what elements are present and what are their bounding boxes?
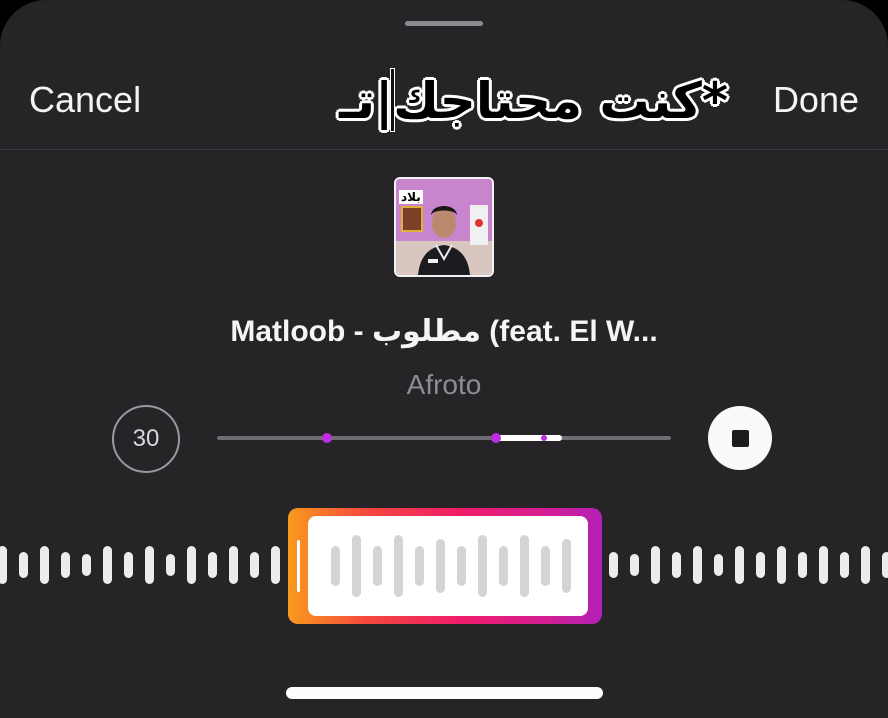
- waveform-bar-selected: [373, 546, 382, 586]
- home-indicator: [286, 687, 603, 699]
- waveform-bar-selected: [520, 535, 529, 597]
- sheet-grabber-handle[interactable]: [405, 21, 483, 26]
- clip-duration-button[interactable]: 30: [112, 405, 180, 473]
- waveform-bar: [777, 546, 786, 584]
- waveform-bar-selected: [415, 546, 424, 586]
- waveform-bar-selected: [352, 535, 361, 597]
- waveform-bar-selected: [499, 546, 508, 586]
- header-divider: [0, 149, 888, 150]
- clip-selector-handle[interactable]: [297, 540, 300, 592]
- waveform-bar: [40, 546, 49, 584]
- cancel-button[interactable]: Cancel: [29, 78, 141, 122]
- album-cover-badge: بلاد: [399, 190, 423, 204]
- song-timeline[interactable]: [217, 436, 671, 440]
- clip-selector-window: [308, 516, 588, 616]
- waveform-bar: [672, 552, 681, 578]
- waveform-bar-selected: [478, 535, 487, 597]
- waveform-bar: [124, 552, 133, 578]
- waveform-bar: [651, 546, 660, 584]
- track-title: Matloob - مطلوب (feat. El W...: [230, 315, 658, 348]
- story-text-input[interactable]: *كنت محتاجك|تـ: [339, 66, 728, 136]
- waveform-bar-selected: [394, 535, 403, 597]
- waveform-bar-selected: [436, 539, 445, 593]
- waveform-bar: [250, 552, 259, 578]
- waveform-bar: [82, 554, 91, 576]
- text-caret: [391, 69, 394, 131]
- timeline-marker: [491, 433, 501, 443]
- waveform-bar: [145, 546, 154, 584]
- album-cover: بلاد: [394, 177, 494, 277]
- waveform-bar: [756, 552, 765, 578]
- waveform-bar: [693, 546, 702, 584]
- waveform-bar: [166, 554, 175, 576]
- waveform-bar: [271, 546, 280, 584]
- waveform-bar: [819, 546, 828, 584]
- waveform-bar-selected: [541, 546, 550, 586]
- waveform-bar: [861, 546, 870, 584]
- waveform-bar-selected: [331, 546, 340, 586]
- waveform-bar: [103, 546, 112, 584]
- waveform-bar: [630, 554, 639, 576]
- stop-icon: [732, 430, 749, 447]
- track-artist: Afroto: [406, 369, 482, 400]
- stop-button[interactable]: [708, 406, 772, 470]
- waveform-bar: [208, 552, 217, 578]
- waveform-bar: [735, 546, 744, 584]
- waveform-bar-selected: [562, 539, 571, 593]
- waveform-bar: [229, 546, 238, 584]
- waveform-bar-selected: [457, 546, 466, 586]
- music-picker-sheet: Cancel *كنت محتاجك|تـ Done بلاد Matloob …: [0, 0, 888, 718]
- waveform-bar: [882, 552, 888, 578]
- waveform-bar: [19, 552, 28, 578]
- timeline-selected-segment: [496, 435, 562, 441]
- done-button[interactable]: Done: [773, 78, 859, 122]
- timeline-marker: [541, 435, 547, 441]
- waveform-bar: [0, 546, 7, 584]
- waveform-bar: [609, 552, 618, 578]
- waveform-bar: [798, 552, 807, 578]
- waveform-bar: [61, 552, 70, 578]
- waveform-bar: [187, 546, 196, 584]
- waveform-bar: [840, 552, 849, 578]
- clip-selector[interactable]: [288, 508, 602, 624]
- timeline-marker: [322, 433, 332, 443]
- waveform-bar: [714, 554, 723, 576]
